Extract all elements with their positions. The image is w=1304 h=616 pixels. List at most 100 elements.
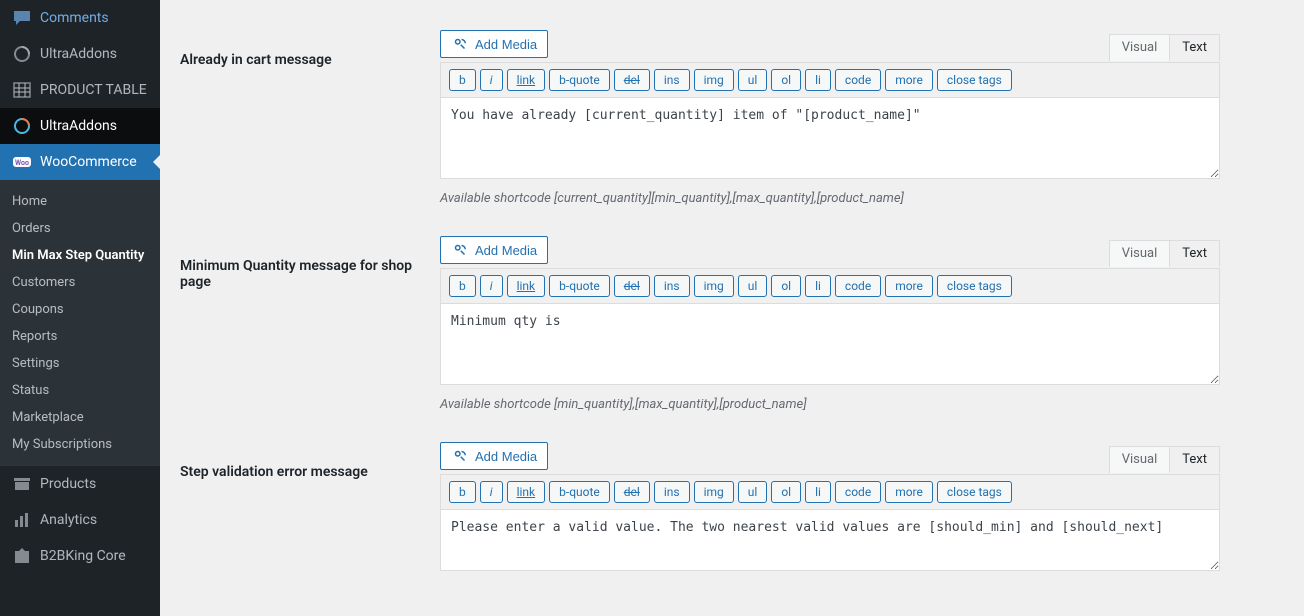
sidebar-item-ultraaddons-2[interactable]: UltraAddons xyxy=(0,108,160,144)
qt-img[interactable]: img xyxy=(694,69,734,91)
tab-text[interactable]: Text xyxy=(1169,34,1220,61)
submenu-marketplace[interactable]: Marketplace xyxy=(0,404,160,431)
sidebar-item-label: UltraAddons xyxy=(40,46,117,62)
row-label: Step validation error message xyxy=(180,442,440,480)
editor-box: b i link b-quote del ins img ul ol li co… xyxy=(440,62,1220,179)
spiral-icon xyxy=(12,116,32,136)
sidebar-item-label: Comments xyxy=(40,10,109,26)
tab-visual[interactable]: Visual xyxy=(1109,446,1171,473)
qt-li[interactable]: li xyxy=(805,69,831,91)
qt-italic[interactable]: i xyxy=(480,275,503,297)
submenu-min-max[interactable]: Min Max Step Quantity xyxy=(0,242,160,269)
qt-close[interactable]: close tags xyxy=(937,481,1012,503)
form-row-already-in-cart: Already in cart message Add Media Visual… xyxy=(180,30,1284,206)
editor-tabs: Visual Text xyxy=(1109,34,1220,61)
editor-tabs: Visual Text xyxy=(1109,240,1220,267)
qt-li[interactable]: li xyxy=(805,275,831,297)
tab-visual[interactable]: Visual xyxy=(1109,240,1171,267)
qt-more[interactable]: more xyxy=(885,481,933,503)
editor-box: b i link b-quote del ins img ul ol li co… xyxy=(440,474,1220,571)
sidebar-item-products[interactable]: Products xyxy=(0,466,160,502)
sidebar-item-analytics[interactable]: Analytics xyxy=(0,502,160,538)
svg-text:Woo: Woo xyxy=(15,159,29,167)
qt-img[interactable]: img xyxy=(694,481,734,503)
add-media-label: Add Media xyxy=(475,37,537,52)
qt-link[interactable]: link xyxy=(507,69,546,91)
editor-textarea[interactable] xyxy=(441,510,1219,570)
admin-sidebar: Comments UltraAddons PRODUCT TABLE Ultra… xyxy=(0,0,160,616)
submenu-reports[interactable]: Reports xyxy=(0,323,160,350)
submenu-settings[interactable]: Settings xyxy=(0,350,160,377)
add-media-button[interactable]: Add Media xyxy=(440,30,548,58)
qt-ol[interactable]: ol xyxy=(771,69,801,91)
tab-text[interactable]: Text xyxy=(1169,240,1220,267)
quicktags-toolbar: b i link b-quote del ins img ul ol li co… xyxy=(441,63,1219,98)
qt-more[interactable]: more xyxy=(885,275,933,297)
qt-code[interactable]: code xyxy=(835,481,881,503)
qt-code[interactable]: code xyxy=(835,275,881,297)
qt-italic[interactable]: i xyxy=(480,69,503,91)
qt-ins[interactable]: ins xyxy=(654,275,690,297)
qt-close[interactable]: close tags xyxy=(937,69,1012,91)
qt-bold[interactable]: b xyxy=(449,69,476,91)
tab-visual[interactable]: Visual xyxy=(1109,34,1171,61)
qt-bold[interactable]: b xyxy=(449,275,476,297)
qt-link[interactable]: link xyxy=(507,275,546,297)
editor-box: b i link b-quote del ins img ul ol li co… xyxy=(440,268,1220,385)
qt-ul[interactable]: ul xyxy=(738,69,768,91)
b2b-icon xyxy=(12,546,32,566)
row-label: Minimum Quantity message for shop page xyxy=(180,236,440,290)
sidebar-item-label: B2BKing Core xyxy=(40,548,126,564)
sidebar-item-label: PRODUCT TABLE xyxy=(40,82,147,98)
qt-bquote[interactable]: b-quote xyxy=(549,481,610,503)
submenu-home[interactable]: Home xyxy=(0,188,160,215)
qt-bold[interactable]: b xyxy=(449,481,476,503)
sidebar-item-ultraaddons[interactable]: UltraAddons xyxy=(0,36,160,72)
tab-text[interactable]: Text xyxy=(1169,446,1220,473)
sidebar-item-product-table[interactable]: PRODUCT TABLE xyxy=(0,72,160,108)
editor-textarea[interactable] xyxy=(441,304,1219,384)
submenu-coupons[interactable]: Coupons xyxy=(0,296,160,323)
woo-icon: Woo xyxy=(12,152,32,172)
table-icon xyxy=(12,80,32,100)
qt-del[interactable]: del xyxy=(614,69,650,91)
add-media-label: Add Media xyxy=(475,243,537,258)
woocommerce-submenu: Home Orders Min Max Step Quantity Custom… xyxy=(0,180,160,466)
qt-bquote[interactable]: b-quote xyxy=(549,275,610,297)
qt-ins[interactable]: ins xyxy=(654,481,690,503)
qt-ul[interactable]: ul xyxy=(738,481,768,503)
sidebar-item-comments[interactable]: Comments xyxy=(0,0,160,36)
sidebar-item-label: Analytics xyxy=(40,512,97,528)
main-content: Already in cart message Add Media Visual… xyxy=(160,0,1304,616)
qt-link[interactable]: link xyxy=(507,481,546,503)
add-media-label: Add Media xyxy=(475,449,537,464)
qt-more[interactable]: more xyxy=(885,69,933,91)
qt-ul[interactable]: ul xyxy=(738,275,768,297)
qt-img[interactable]: img xyxy=(694,275,734,297)
sidebar-item-b2bking[interactable]: B2BKing Core xyxy=(0,538,160,574)
qt-li[interactable]: li xyxy=(805,481,831,503)
submenu-subscriptions[interactable]: My Subscriptions xyxy=(0,431,160,458)
comment-icon xyxy=(12,8,32,28)
spiral-icon xyxy=(12,44,32,64)
qt-del[interactable]: del xyxy=(614,275,650,297)
qt-bquote[interactable]: b-quote xyxy=(549,69,610,91)
row-label: Already in cart message xyxy=(180,30,440,68)
qt-italic[interactable]: i xyxy=(480,481,503,503)
qt-del[interactable]: del xyxy=(614,481,650,503)
add-media-button[interactable]: Add Media xyxy=(440,236,548,264)
submenu-customers[interactable]: Customers xyxy=(0,269,160,296)
qt-ins[interactable]: ins xyxy=(654,69,690,91)
qt-code[interactable]: code xyxy=(835,69,881,91)
editor-textarea[interactable] xyxy=(441,98,1219,178)
qt-ol[interactable]: ol xyxy=(771,275,801,297)
submenu-orders[interactable]: Orders xyxy=(0,215,160,242)
add-media-button[interactable]: Add Media xyxy=(440,442,548,470)
sidebar-item-label: Products xyxy=(40,476,96,492)
submenu-status[interactable]: Status xyxy=(0,377,160,404)
qt-ol[interactable]: ol xyxy=(771,481,801,503)
qt-close[interactable]: close tags xyxy=(937,275,1012,297)
sidebar-item-woocommerce[interactable]: Woo WooCommerce xyxy=(0,144,160,180)
sidebar-item-label: UltraAddons xyxy=(40,118,117,134)
shortcode-hint: Available shortcode [min_quantity],[max_… xyxy=(440,397,1220,412)
